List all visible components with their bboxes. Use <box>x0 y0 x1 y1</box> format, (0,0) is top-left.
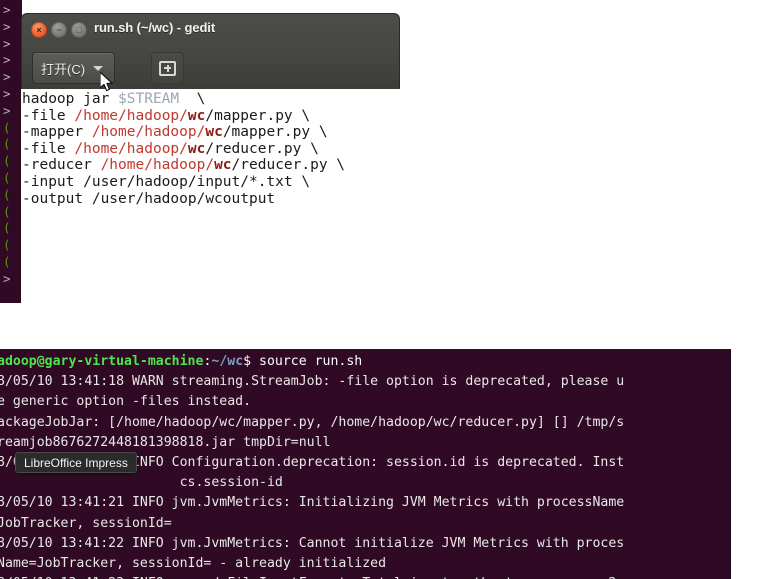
code-segment: /home/hadoop/ <box>74 140 188 157</box>
code-segment: hadoop jar <box>22 91 119 107</box>
minimize-window-button[interactable]: − <box>51 22 67 38</box>
background-terminal-line: > <box>3 69 11 85</box>
maximize-window-button[interactable]: □ <box>71 22 87 38</box>
terminal-segment: adoop@gary-virtual-machine <box>0 354 204 369</box>
gedit-window[interactable]: × − □ run.sh (~/wc) - gedit 打开(C) <box>21 13 400 92</box>
terminal-segment: 8/05/10 13:41:18 WARN streaming.StreamJo… <box>0 374 625 390</box>
terminal-segment: 8/05/10 13:41:22 INFO jvm.JvmMetrics: Ca… <box>0 535 625 551</box>
terminal-line: Name=JobTracker, sessionId= - already in… <box>0 554 730 574</box>
terminal-segment: ackageJobJar: [/home/hadoop/wc/mapper.py… <box>0 414 625 430</box>
background-terminal-line: > <box>3 35 11 51</box>
code-segment: /reducer.py \ <box>205 140 319 157</box>
terminal-segment: $ source run.sh <box>243 354 363 369</box>
chevron-down-icon <box>93 65 104 71</box>
background-terminal-line: ( <box>3 203 11 219</box>
background-terminal-line: > <box>3 2 11 17</box>
background-terminal-line: ( <box>3 119 11 135</box>
tooltip-label: LibreOffice Impress <box>24 455 128 470</box>
code-segment: /home/hadoop/ <box>100 157 215 174</box>
code-segment: $STREAM <box>118 91 180 107</box>
maximize-icon: □ <box>76 24 82 35</box>
close-window-button[interactable]: × <box>31 22 47 38</box>
terminal-segment: reamjob8676272448181398818.jar tmpDir=nu… <box>0 434 331 450</box>
background-terminal-line: > <box>3 270 11 286</box>
code-line: hadoop jar $STREAM \ <box>22 91 772 108</box>
gedit-window-title: run.sh (~/wc) - gedit <box>94 20 216 35</box>
background-terminal-line: ( <box>3 237 11 253</box>
code-line: -reducer /home/hadoop/wc/reducer.py \ <box>22 157 772 174</box>
code-segment: -input /user/hadoop/input/*.txt \ <box>22 173 311 190</box>
new-document-button[interactable] <box>151 52 184 84</box>
code-line: -file /home/hadoop/wc/mapper.py \ <box>22 108 772 125</box>
terminal-line: e generic option -files instead. <box>0 392 730 412</box>
code-segment: -reducer <box>22 157 101 174</box>
terminal-line: 8/05/10 13:41:23 INFO mapred.FileInputFo… <box>0 574 730 579</box>
terminal-line: cs.session-id <box>0 473 730 493</box>
background-terminal-line: > <box>3 18 11 34</box>
terminal-line: 8/05/10 13:41:21 INFO jvm.JvmMetrics: In… <box>0 493 730 513</box>
terminal-line: ackageJobJar: [/home/hadoop/wc/mapper.py… <box>0 413 730 433</box>
open-file-button-label: 打开(C) <box>41 61 86 77</box>
background-terminal-line: ( <box>3 220 11 236</box>
code-segment: wc <box>214 157 232 174</box>
terminal-line: JobTracker, sessionId= <box>0 514 730 534</box>
background-terminal-line: ( <box>3 186 11 202</box>
gedit-header-bar: × − □ run.sh (~/wc) - gedit 打开(C) <box>21 13 400 89</box>
code-segment: \ <box>179 91 206 107</box>
code-segment: /home/hadoop/ <box>74 107 188 124</box>
terminal-segment: 8/05/10 13:41:21 INFO jvm.JvmMetrics: In… <box>0 495 625 511</box>
terminal-segment: cs.session-id <box>0 475 283 491</box>
gedit-toolbar: 打开(C) <box>22 47 399 90</box>
terminal-line: adoop@gary-virtual-machine:~/wc$ source … <box>0 352 730 372</box>
code-segment: wc <box>205 124 223 141</box>
libreoffice-impress-tooltip: LibreOffice Impress <box>15 452 137 473</box>
gedit-title-row: × − □ run.sh (~/wc) - gedit <box>22 14 399 47</box>
code-line: -file /home/hadoop/wc/reducer.py \ <box>22 141 772 158</box>
terminal-segment: Name=JobTracker, sessionId= - already in… <box>0 556 387 572</box>
close-icon: × <box>36 24 42 35</box>
terminal-segment: e generic option -files instead. <box>0 394 252 410</box>
background-terminal-line: > <box>3 102 11 118</box>
code-segment: wc <box>187 107 206 124</box>
background-terminal-line: ( <box>3 136 11 152</box>
mouse-cursor <box>100 72 113 92</box>
code-segment: /reducer.py \ <box>231 157 346 174</box>
code-segment: -file <box>22 107 75 124</box>
code-line: -output /user/hadoop/wcoutput <box>22 191 772 208</box>
background-terminal-line: ( <box>3 169 11 185</box>
code-segment: wc <box>187 140 206 157</box>
gedit-document-area[interactable]: hadoop jar $STREAM \ -file /home/hadoop/w… <box>21 89 772 303</box>
new-document-icon <box>159 60 176 76</box>
code-segment: /mapper.py \ <box>205 107 311 124</box>
background-terminal-line: > <box>3 85 11 101</box>
code-segment: /mapper.py \ <box>222 124 328 141</box>
background-terminal-line: ( <box>3 253 11 269</box>
terminal-line: 8/05/10 13:41:18 WARN streaming.StreamJo… <box>0 372 730 392</box>
gedit-code-text[interactable]: hadoop jar $STREAM \ -file /home/hadoop/w… <box>21 89 772 207</box>
background-terminal-strip[interactable]: > > > > > > >(((((((((> <box>0 0 22 303</box>
background-terminal-line: > <box>3 52 11 68</box>
code-segment: -output /user/hadoop/wcoutput <box>22 190 276 207</box>
desktop-background: > > > > > > >(((((((((> × − □ run.sh (~/wc) - … <box>0 0 772 579</box>
terminal-line: 8/05/10 13:41:22 INFO jvm.JvmMetrics: Ca… <box>0 534 730 554</box>
background-terminal-line: ( <box>3 153 11 169</box>
code-segment: /home/hadoop/ <box>91 124 206 141</box>
code-line: -input /user/hadoop/input/*.txt \ <box>22 174 772 191</box>
minimize-icon: − <box>56 24 62 35</box>
terminal-segment: ~/wc <box>211 354 244 369</box>
code-segment: -file <box>22 140 75 157</box>
terminal-segment: JobTracker, sessionId= <box>0 515 172 531</box>
terminal-line: reamjob8676272448181398818.jar tmpDir=nu… <box>0 433 730 453</box>
code-segment: -mapper <box>22 124 92 141</box>
code-line: -mapper /home/hadoop/wc/mapper.py \ <box>22 124 772 141</box>
